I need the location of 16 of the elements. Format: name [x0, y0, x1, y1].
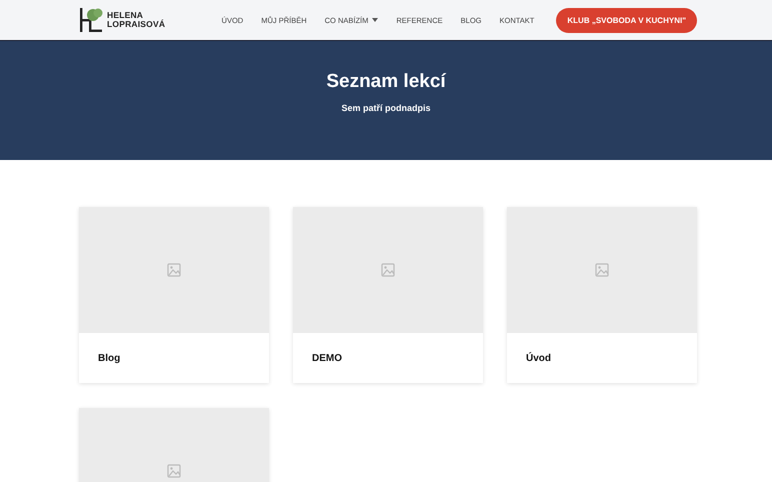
lesson-title[interactable]: Úvod [526, 352, 551, 364]
image-icon [381, 263, 395, 277]
image-icon [167, 464, 181, 478]
lesson-title[interactable]: DEMO [312, 352, 342, 364]
brand-name[interactable]: LOPRAISOVÁ [107, 20, 166, 29]
logo-icon[interactable] [79, 7, 103, 33]
image-icon [595, 263, 609, 277]
brand-name[interactable]: HELENA [107, 11, 166, 20]
page-title: Seznam lekcí [325, 71, 448, 93]
lesson-card[interactable]: Blog [79, 207, 269, 383]
lesson-card[interactable]: Úvod [507, 207, 697, 383]
page-subtitle: Sem patří podnadpis [340, 103, 432, 113]
lesson-title[interactable]: Blog [98, 352, 120, 364]
lesson-card[interactable]: DEMO [293, 207, 483, 383]
image-icon [167, 263, 181, 277]
club-button[interactable]: KLUB „SVOBODA V KUCHYNI" [556, 8, 697, 32]
